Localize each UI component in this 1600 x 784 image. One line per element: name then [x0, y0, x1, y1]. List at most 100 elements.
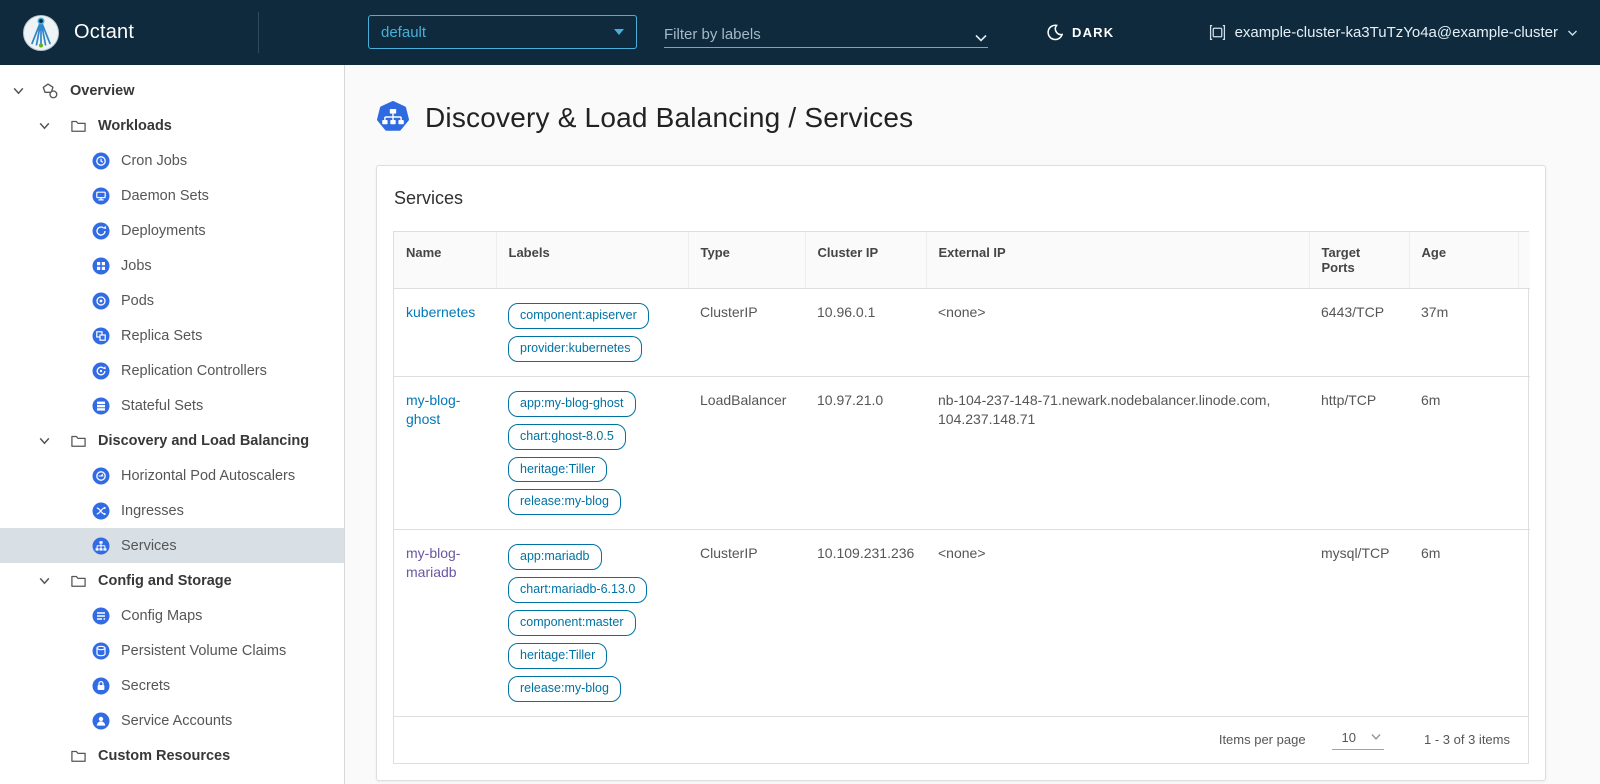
label-badge[interactable]: release:my-blog — [508, 676, 621, 702]
statefulsets-icon — [92, 397, 110, 415]
services-icon — [92, 537, 110, 555]
sidebar-item-label: Config and Storage — [98, 573, 232, 589]
table-row: my-blog-mariadb app:mariadb chart:mariad… — [394, 530, 1530, 716]
sidebar-item-workloads[interactable]: Workloads — [0, 108, 344, 143]
configmaps-icon — [92, 607, 110, 625]
sidebar-item-ingresses[interactable]: Ingresses — [0, 493, 344, 528]
octant-app: Octant default DARK — [0, 0, 1600, 784]
sidebar-item-label: Persistent Volume Claims — [121, 643, 286, 659]
column-header-labels: Labels — [496, 232, 688, 289]
deployments-icon — [92, 222, 110, 240]
sidebar-item-persistent-volume-claims[interactable]: Persistent Volume Claims — [0, 633, 344, 668]
sidebar-item-discovery-and-load-balancing[interactable]: Discovery and Load Balancing — [0, 423, 344, 458]
app-header: Octant default DARK — [0, 0, 1600, 65]
sidebar-item-replica-sets[interactable]: Replica Sets — [0, 318, 344, 353]
chevron-down-icon[interactable] — [974, 33, 988, 43]
replicationcontrollers-icon — [92, 362, 110, 380]
main-content: Discovery & Load Balancing / Services Se… — [345, 65, 1600, 784]
sidebar-item-replication-controllers[interactable]: Replication Controllers — [0, 353, 344, 388]
cell-age: 37m — [1409, 289, 1518, 377]
jobs-icon — [92, 257, 110, 275]
sidebar-item-jobs[interactable]: Jobs — [0, 248, 344, 283]
sidebar-item-secrets[interactable]: Secrets — [0, 668, 344, 703]
cell-spacer — [1518, 376, 1530, 530]
label-badge[interactable]: component:master — [508, 610, 636, 636]
services-datagrid: Name Labels Type Cluster IP External IP … — [393, 231, 1529, 764]
cell-target-ports: 6443/TCP — [1309, 289, 1409, 377]
table-row: my-blog-ghost app:my-blog-ghost chart:gh… — [394, 376, 1530, 530]
chevron-down-icon — [1567, 29, 1578, 37]
cell-age: 6m — [1409, 376, 1518, 530]
label-badge[interactable]: app:mariadb — [508, 544, 602, 570]
label-badge[interactable]: chart:mariadb-6.13.0 — [508, 577, 647, 603]
sidebar-item-deployments[interactable]: Deployments — [0, 213, 344, 248]
column-header-type: Type — [688, 232, 805, 289]
label-badge[interactable]: heritage:Tiller — [508, 457, 607, 483]
label-badge[interactable]: provider:kubernetes — [508, 336, 642, 362]
label-badge[interactable]: heritage:Tiller — [508, 643, 607, 669]
sidebar-item-config-and-storage[interactable]: Config and Storage — [0, 563, 344, 598]
cell-spacer — [1518, 530, 1530, 716]
cell-cluster-ip: 10.109.231.236 — [805, 530, 926, 716]
sidebar-item-custom-resources[interactable]: Custom Resources — [0, 738, 344, 773]
namespace-value: default — [381, 24, 426, 41]
label-filter-input[interactable] — [664, 26, 968, 43]
services-card: Services Name Labels Type Clust — [376, 165, 1546, 781]
folder-icon — [70, 432, 87, 449]
cluster-selector[interactable]: example-cluster-ka3TuTzYo4a@example-clus… — [1209, 0, 1578, 65]
sidebar-item-horizontal-pod-autoscalers[interactable]: Horizontal Pod Autoscalers — [0, 458, 344, 493]
sidebar-item-label: Replica Sets — [121, 328, 202, 344]
replicasets-icon — [92, 327, 110, 345]
sidebar-item-services[interactable]: Services — [0, 528, 344, 563]
sidebar-item-stateful-sets[interactable]: Stateful Sets — [0, 388, 344, 423]
label-badge[interactable]: release:my-blog — [508, 489, 621, 515]
column-header-spacer — [1518, 232, 1530, 289]
services-table: Name Labels Type Cluster IP External IP … — [394, 232, 1530, 716]
sidebar-item-overview[interactable]: Overview — [0, 73, 344, 108]
sidebar-item-label: Jobs — [121, 258, 152, 274]
table-header-row: Name Labels Type Cluster IP External IP … — [394, 232, 1530, 289]
sidebar-item-label: Secrets — [121, 678, 170, 694]
chevron-down-icon[interactable] — [12, 84, 25, 97]
chevron-down-icon[interactable] — [38, 119, 51, 132]
pagination-range: 1 - 3 of 3 items — [1424, 732, 1510, 747]
cronjobs-icon — [92, 152, 110, 170]
service-heptagon-icon — [376, 101, 410, 135]
namespace-select[interactable]: default — [368, 15, 637, 49]
label-badge[interactable]: component:apiserver — [508, 303, 649, 329]
column-header-external-ip: External IP — [926, 232, 1309, 289]
pods-icon — [92, 292, 110, 310]
sidebar-item-service-accounts[interactable]: Service Accounts — [0, 703, 344, 738]
service-name-link[interactable]: my-blog-mariadb — [406, 545, 460, 580]
chevron-down-icon — [1370, 733, 1382, 741]
label-badge[interactable]: app:my-blog-ghost — [508, 391, 636, 417]
items-per-page-value: 10 — [1342, 730, 1356, 745]
service-name-link[interactable]: kubernetes — [406, 304, 475, 320]
sidebar-item-daemon-sets[interactable]: Daemon Sets — [0, 178, 344, 213]
items-per-page-select[interactable]: 10 — [1332, 730, 1384, 750]
sidebar-item-label: Ingresses — [121, 503, 184, 519]
sidebar-item-label: Stateful Sets — [121, 398, 203, 414]
sidebar-item-label: Services — [121, 538, 177, 554]
sidebar-item-config-maps[interactable]: Config Maps — [0, 598, 344, 633]
chevron-down-icon[interactable] — [38, 574, 51, 587]
cell-cluster-ip: 10.96.0.1 — [805, 289, 926, 377]
sidebar-item-pods[interactable]: Pods — [0, 283, 344, 318]
cell-target-ports: mysql/TCP — [1309, 530, 1409, 716]
sidebar-item-label: Discovery and Load Balancing — [98, 433, 309, 449]
sidebar-item-cron-jobs[interactable]: Cron Jobs — [0, 143, 344, 178]
theme-toggle-button[interactable]: DARK — [1046, 0, 1114, 65]
secrets-icon — [92, 677, 110, 695]
serviceaccounts-icon — [92, 712, 110, 730]
cell-spacer — [1518, 289, 1530, 377]
folder-icon — [70, 572, 87, 589]
sidebar-item-label: Custom Resources — [98, 748, 230, 764]
service-name-link[interactable]: my-blog-ghost — [406, 392, 460, 427]
folder-icon — [70, 747, 87, 764]
cluster-name: example-cluster-ka3TuTzYo4a@example-clus… — [1235, 24, 1558, 41]
brand[interactable]: Octant — [22, 0, 134, 65]
label-badge[interactable]: chart:ghost-8.0.5 — [508, 424, 626, 450]
hpa-icon — [92, 467, 110, 485]
sidebar-item-label: Deployments — [121, 223, 206, 239]
chevron-down-icon[interactable] — [38, 434, 51, 447]
